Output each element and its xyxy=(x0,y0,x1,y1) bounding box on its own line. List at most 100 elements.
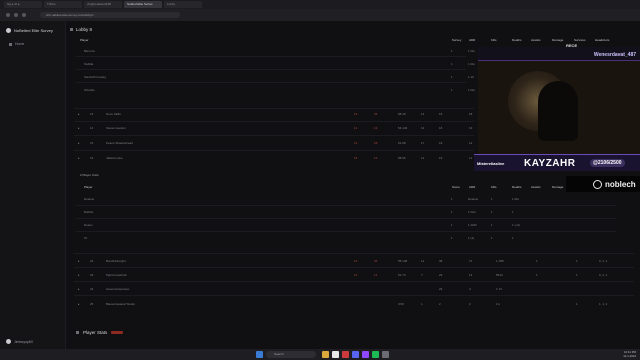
col-header[interactable]: ADR xyxy=(469,38,475,42)
chrome-icon[interactable] xyxy=(332,351,339,358)
browser-tab-active[interactable]: Nabled Elite Series xyxy=(124,1,162,8)
expand-icon[interactable]: ▸ xyxy=(78,302,80,306)
table-cell: 1 Ron xyxy=(468,210,477,214)
col-header[interactable]: Deaths xyxy=(512,38,522,42)
stream-name-bar: Mistereliaslive KAYZAHR @2106/2500 xyxy=(474,154,640,171)
player-name[interactable]: Bubble xyxy=(84,210,93,214)
expand-icon[interactable]: ▸ xyxy=(78,112,80,116)
table-cell: 14 xyxy=(374,273,378,277)
col-header[interactable]: Headshots xyxy=(595,38,609,42)
avatar xyxy=(6,339,11,344)
spotify-icon[interactable] xyxy=(372,351,379,358)
expand-icon[interactable]: ▸ xyxy=(78,156,80,160)
table-cell: 1, 1, 2 xyxy=(599,302,608,306)
player-name[interactable]: Biasomisaanaf Studio xyxy=(106,302,135,306)
table-cell: 5513 xyxy=(496,273,503,277)
player-name[interactable]: Blenzza xyxy=(84,49,95,53)
player-name[interactable]: Novu Skills xyxy=(106,112,121,116)
browser-tab[interactable]: vh@[redacted]/3D xyxy=(84,1,122,8)
table-cell: 0, 2, 1 xyxy=(599,273,608,277)
table-cell: 3.50 xyxy=(398,302,404,306)
table-cell: 54.140 xyxy=(398,126,408,130)
table-cell: 1 xyxy=(576,302,578,306)
discord-icon[interactable] xyxy=(352,351,359,358)
expand-icon[interactable]: ▸ xyxy=(78,259,80,263)
table-cell: 1 xyxy=(536,273,538,277)
browser-tab[interactable]: Gg ▸ vh ▸ xyxy=(4,1,42,8)
col-header[interactable]: Player xyxy=(84,185,93,189)
col-header[interactable]: Survey xyxy=(452,38,461,42)
table-cell: 11 xyxy=(469,156,473,160)
col-header[interactable]: Assists xyxy=(531,185,541,189)
col-header[interactable]: Damage xyxy=(552,38,563,42)
player-name[interactable]: Nabilla xyxy=(84,62,93,66)
player-name[interactable]: Deekus xyxy=(84,197,94,201)
player-name[interactable]: Bund14Sorghs xyxy=(106,259,126,263)
player-name[interactable]: Steven Aerator xyxy=(106,126,126,130)
col-header[interactable]: Player xyxy=(80,38,89,42)
start-icon[interactable] xyxy=(256,351,263,358)
table-cell: 19 xyxy=(439,141,443,145)
col-header[interactable]: Survives xyxy=(574,38,586,42)
folder-icon[interactable] xyxy=(322,351,329,358)
row-divider xyxy=(76,205,616,206)
row-divider xyxy=(76,82,466,83)
player-name[interactable]: 07 xyxy=(84,236,87,240)
browser-tab[interactable]: Thribe xyxy=(44,1,82,8)
table-cell: 2 xyxy=(439,302,441,306)
taskbar-search[interactable]: Search xyxy=(266,351,316,358)
user-account[interactable]: Jimboyoy6X xyxy=(6,339,33,344)
player-name[interactable]: Deeku xyxy=(84,223,93,227)
app-icon[interactable] xyxy=(362,351,369,358)
sidebar-item-home[interactable]: Home xyxy=(9,42,24,46)
reload-icon[interactable] xyxy=(22,13,26,17)
col-header[interactable]: ADR xyxy=(469,185,475,189)
table-cell: 15 xyxy=(439,112,443,116)
table-cell: 14 xyxy=(90,126,94,130)
table-cell: 1 ADR xyxy=(468,223,477,227)
col-header[interactable]: Score xyxy=(452,185,460,189)
player-stats-section[interactable]: Player Stats xyxy=(76,330,124,335)
system-clock[interactable]: 10:41 PM 12-1-2024 xyxy=(623,350,636,358)
table-cell: 17 xyxy=(421,141,425,145)
user-name: Jimboyoy6X xyxy=(14,339,34,344)
app-icon[interactable] xyxy=(382,351,389,358)
player-name[interactable]: Shurikis xyxy=(84,88,95,92)
player-name[interactable]: Pjahd.Coalcraft xyxy=(106,273,127,277)
expand-icon[interactable]: ▸ xyxy=(78,126,80,130)
table-cell: 1 10 xyxy=(468,75,474,79)
forward-icon[interactable] xyxy=(14,13,18,17)
streamer-silhouette xyxy=(538,81,578,141)
table-cell: 2 xyxy=(469,302,471,306)
table-cell: 1 xyxy=(512,210,514,214)
table-cell: 35 xyxy=(374,112,378,116)
col-header[interactable]: Deaths xyxy=(512,185,522,189)
sidebar: NoBelted Elite Survey Home Jimboyoy6X xyxy=(0,21,66,349)
row-divider xyxy=(74,253,634,254)
logo-icon xyxy=(6,28,11,33)
app-icon[interactable] xyxy=(342,351,349,358)
player-name[interactable]: SandsXCrossley xyxy=(84,75,106,79)
player-name[interactable]: Jakkal Lotus xyxy=(106,156,123,160)
player-name[interactable]: Peace Shadowhead xyxy=(106,141,133,145)
col-header[interactable]: Damage xyxy=(552,185,563,189)
table-cell: 1,788 xyxy=(496,259,504,263)
col-header[interactable]: Kills xyxy=(491,185,497,189)
back-icon[interactable] xyxy=(6,13,10,17)
row-divider xyxy=(76,231,616,232)
url-input[interactable]: vhb-nabled.elite-survey.com/lobby/v xyxy=(40,12,180,18)
col-header[interactable]: Kills xyxy=(491,38,497,42)
sidebar-item-label: Home xyxy=(15,42,25,46)
expand-icon[interactable]: ▸ xyxy=(78,141,80,145)
brand[interactable]: NoBelted Elite Survey xyxy=(6,28,53,33)
player-name[interactable]: Issoomsrispresso xyxy=(106,287,129,291)
table-cell: 38 xyxy=(439,259,443,263)
expand-icon[interactable]: ▸ xyxy=(78,273,80,277)
team2-label[interactable]: 2 Player Units xyxy=(80,173,99,177)
browser-tab[interactable]: Lobby xyxy=(164,1,202,8)
table-cell: 1 xyxy=(512,236,514,240)
expand-icon[interactable]: ▸ xyxy=(78,287,80,291)
col-header[interactable]: Assists xyxy=(531,38,541,42)
table-cell: 1 Rio xyxy=(512,197,520,201)
table-cell: 1 Rio xyxy=(468,62,476,66)
